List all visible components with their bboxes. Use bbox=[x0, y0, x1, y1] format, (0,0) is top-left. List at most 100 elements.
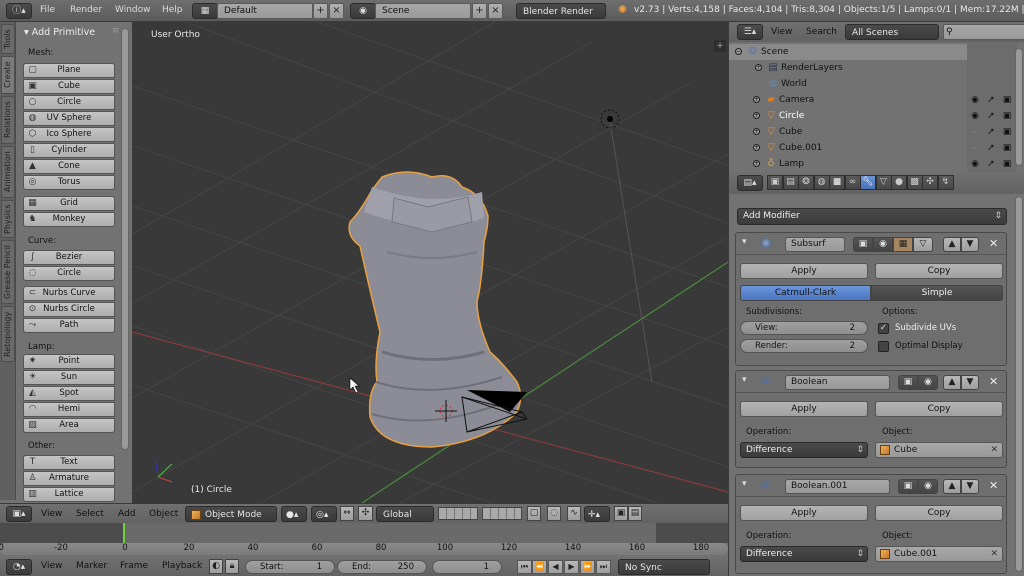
edit-mode-toggle-icon[interactable]: ▦ bbox=[893, 237, 913, 252]
add-lattice-button[interactable]: ▥ Lattice bbox=[23, 487, 115, 502]
add-circle-button[interactable]: ◌ Circle bbox=[23, 266, 115, 281]
tab-animation[interactable]: Animation bbox=[1, 146, 15, 198]
expand-icon[interactable]: + bbox=[753, 160, 760, 167]
properties-tab-particles-icon[interactable]: ✣ bbox=[922, 175, 938, 190]
current-frame-field[interactable]: 1 bbox=[432, 560, 502, 574]
rook-chess-piece[interactable] bbox=[348, 171, 522, 448]
proportional-edit-icon[interactable]: ◌ bbox=[547, 506, 561, 521]
tab-create[interactable]: Create bbox=[1, 56, 15, 94]
add-path-button[interactable]: ⤳ Path bbox=[23, 318, 115, 333]
properties-tab-scene-icon[interactable]: ❂ bbox=[798, 175, 814, 190]
catmull-clark-option[interactable]: Catmull-Clark bbox=[740, 285, 871, 301]
eye-icon[interactable]: – bbox=[969, 142, 981, 154]
menu-view[interactable]: View bbox=[41, 509, 62, 519]
operation-dropdown[interactable]: Difference ⇕ bbox=[740, 442, 868, 458]
properties-tab-world-icon[interactable]: ◍ bbox=[813, 175, 830, 190]
add-cone-button[interactable]: ▲ Cone bbox=[23, 159, 115, 174]
remove-layout-button[interactable]: × bbox=[329, 3, 344, 19]
add-layout-button[interactable]: + bbox=[313, 3, 328, 19]
viewport-visibility-eye-icon[interactable]: ◉ bbox=[918, 375, 938, 390]
clear-object-x-icon[interactable]: ✕ bbox=[990, 547, 998, 561]
render-subdivisions-field[interactable]: Render: 2 bbox=[740, 339, 868, 353]
expand-icon[interactable]: + bbox=[753, 96, 760, 103]
properties-tab-constraints-icon[interactable]: ∞ bbox=[844, 175, 861, 190]
remove-modifier-x-icon[interactable]: ✕ bbox=[989, 375, 998, 388]
properties-toggle-plus-icon[interactable]: + bbox=[714, 40, 726, 52]
expand-icon[interactable]: + bbox=[753, 112, 760, 119]
outliner-menu-view[interactable]: View bbox=[771, 27, 792, 37]
add-spot-button[interactable]: ◭ Spot bbox=[23, 386, 115, 401]
timeline-area[interactable] bbox=[0, 523, 728, 543]
pivot-point-dropdown[interactable]: ◎▴ bbox=[311, 506, 337, 522]
move-up-button[interactable]: ▲ bbox=[943, 375, 961, 390]
add-area-button[interactable]: ▨ Area bbox=[23, 418, 115, 433]
render-camera-icon[interactable]: ▣ bbox=[1001, 126, 1013, 138]
render-animation-icon[interactable]: ▤ bbox=[628, 506, 642, 521]
properties-tab-data-icon[interactable]: ▽ bbox=[875, 175, 892, 190]
scene-field[interactable]: Scene bbox=[375, 3, 471, 19]
modifier-name-field[interactable]: Subsurf bbox=[785, 237, 845, 252]
eye-icon[interactable]: ◉ bbox=[969, 158, 981, 170]
operation-dropdown[interactable]: Difference ⇕ bbox=[740, 546, 868, 562]
outliner-menu-search[interactable]: Search bbox=[806, 27, 837, 37]
outliner-row-cube-001[interactable]: + ▽ Cube.001 bbox=[729, 140, 967, 156]
copy-button[interactable]: Copy bbox=[875, 401, 1003, 417]
expand-icon[interactable]: + bbox=[753, 144, 760, 151]
viewport-visibility-eye-icon[interactable]: ◉ bbox=[918, 479, 938, 494]
select-arrow-icon[interactable]: ➚ bbox=[985, 142, 997, 154]
menu-file[interactable]: File bbox=[40, 5, 55, 15]
move-up-button[interactable]: ▲ bbox=[943, 479, 961, 494]
render-engine-dropdown[interactable]: Blender Render bbox=[516, 3, 606, 19]
collapse-icon[interactable]: − bbox=[735, 48, 742, 55]
subdivide-uvs-checkbox[interactable]: ✓ bbox=[878, 323, 889, 334]
transform-manipulator-icon[interactable]: ✣ bbox=[358, 506, 373, 521]
modifier-name-field[interactable]: Boolean bbox=[785, 375, 890, 390]
add-monkey-button[interactable]: ♞ Monkey bbox=[23, 212, 115, 227]
editor-type-properties-button[interactable]: ▤▴ bbox=[737, 175, 763, 191]
scene-icon-button[interactable]: ◉ bbox=[350, 3, 376, 19]
display-mode-dropdown[interactable]: All Scenes bbox=[845, 24, 939, 40]
next-keyframe-button[interactable]: ⏩ bbox=[580, 560, 595, 574]
tab-physics[interactable]: Physics bbox=[1, 200, 15, 238]
menu-add[interactable]: Add bbox=[118, 509, 135, 519]
properties-tab-texture-icon[interactable]: ▩ bbox=[906, 175, 923, 190]
properties-tab-render-icon[interactable]: ▣ bbox=[767, 175, 783, 190]
sync-mode-dropdown[interactable]: No Sync bbox=[618, 559, 710, 575]
snap-element-dropdown[interactable]: ✛▴ bbox=[584, 506, 610, 522]
move-down-button[interactable]: ▼ bbox=[961, 479, 979, 494]
outliner-scrollbar[interactable] bbox=[1015, 48, 1023, 166]
timeline-ruler[interactable]: -40-200204060801001201401601802002202402… bbox=[0, 543, 965, 555]
remove-modifier-x-icon[interactable]: ✕ bbox=[989, 479, 998, 492]
add-grid-button[interactable]: ▦ Grid bbox=[23, 196, 115, 211]
add-torus-button[interactable]: ◎ Torus bbox=[23, 175, 115, 190]
expand-icon[interactable]: + bbox=[753, 128, 760, 135]
layer-buttons-2[interactable] bbox=[482, 507, 522, 520]
menu-object[interactable]: Object bbox=[149, 509, 178, 519]
editor-type-timeline-button[interactable]: ◔▴ bbox=[6, 559, 32, 575]
select-arrow-icon[interactable]: ➚ bbox=[985, 126, 997, 138]
expand-icon[interactable]: + bbox=[755, 64, 762, 71]
render-toggle-icon[interactable]: ▣ bbox=[898, 375, 918, 390]
add-hemi-button[interactable]: ◠ Hemi bbox=[23, 402, 115, 417]
menu-help[interactable]: Help bbox=[162, 5, 183, 15]
object-field[interactable]: Cube ✕ bbox=[875, 442, 1003, 458]
select-arrow-icon[interactable]: ➚ bbox=[985, 94, 997, 106]
manipulator-toggle-icon[interactable]: ⇔ bbox=[340, 506, 354, 521]
outliner-row-world[interactable]: ◍ World bbox=[729, 76, 967, 92]
add-plane-button[interactable]: ▢ Plane bbox=[23, 63, 115, 78]
apply-button[interactable]: Apply bbox=[740, 263, 868, 279]
move-down-button[interactable]: ▼ bbox=[961, 375, 979, 390]
select-arrow-icon[interactable]: ➚ bbox=[985, 158, 997, 170]
menu-marker[interactable]: Marker bbox=[76, 561, 107, 571]
viewport-visibility-eye-icon[interactable]: ◉ bbox=[873, 237, 893, 252]
end-frame-field[interactable]: End: 250 bbox=[337, 560, 427, 574]
render-still-icon[interactable]: ▣ bbox=[614, 506, 628, 521]
eye-icon[interactable]: ◉ bbox=[969, 110, 981, 122]
add-uv-sphere-button[interactable]: ◍ UV Sphere bbox=[23, 111, 115, 126]
properties-tab-modifiers-icon[interactable]: 🔧︎ bbox=[860, 175, 876, 190]
view-subdivisions-field[interactable]: View: 2 bbox=[740, 321, 868, 335]
jump-start-button[interactable]: ⏮ bbox=[517, 560, 532, 574]
start-frame-field[interactable]: Start: 1 bbox=[245, 560, 335, 574]
add-ico-sphere-button[interactable]: ⬡ Ico Sphere bbox=[23, 127, 115, 142]
outliner-row-scene[interactable]: − ❂ Scene bbox=[729, 44, 967, 60]
